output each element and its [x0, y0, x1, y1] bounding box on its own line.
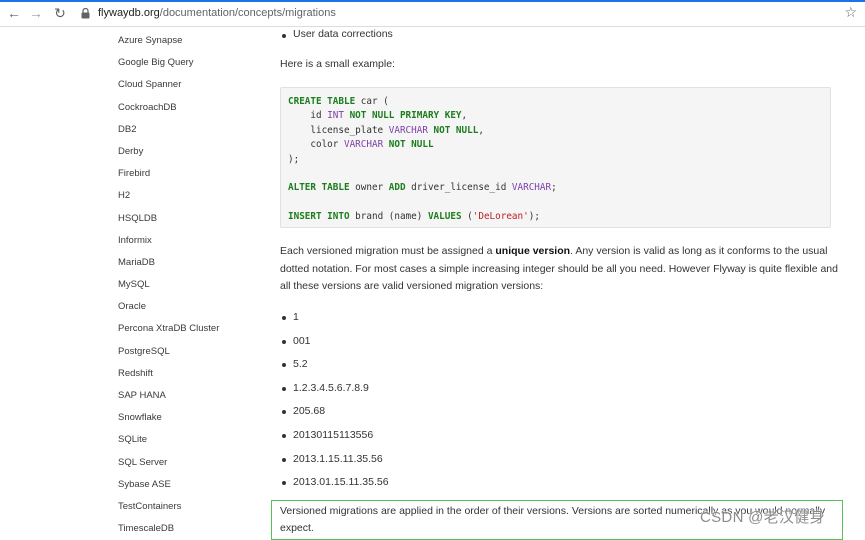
list-item: 205.68 [280, 400, 389, 424]
watermark: CSDN @老汉健身 [700, 509, 825, 526]
code-text: owner [349, 182, 389, 194]
code-keyword: VALUES [427, 211, 462, 223]
sql-code-block: CREATE TABLE car ( id INT NOT NULL PRIMA… [280, 87, 831, 228]
list-item: 001 [280, 330, 389, 354]
code-line: ); [288, 153, 830, 167]
list-item: 1 [280, 306, 389, 330]
code-text: , [478, 124, 484, 136]
code-keyword: ADD [388, 182, 406, 194]
code-line: INSERT INTO brand (name) VALUES ('DeLore… [288, 210, 830, 224]
sidebar-item-percona[interactable]: Percona XtraDB Cluster [118, 318, 268, 340]
code-string: 'DeLorean' [472, 211, 529, 223]
version-description-paragraph: Each versioned migration must be assigne… [280, 243, 840, 296]
sidebar-item-sybase-ase[interactable]: Sybase ASE [118, 474, 268, 496]
code-text: car ( [355, 96, 389, 107]
list-item: 20130115113556 [280, 424, 389, 448]
code-type: VARCHAR [343, 139, 384, 151]
code-line: id INT NOT NULL PRIMARY KEY, [288, 109, 830, 123]
code-text: ( [461, 211, 473, 223]
sidebar-item-postgresql[interactable]: PostgreSQL [118, 341, 268, 363]
code-type: VARCHAR [511, 182, 552, 194]
docs-sidebar: Azure Synapse Google Big Query Cloud Spa… [118, 30, 268, 540]
code-keyword: NOT NULL [383, 139, 434, 151]
code-text: ; [551, 182, 557, 194]
browser-address-bar: ← → ↻ flywaydb.org/documentation/concept… [0, 0, 865, 27]
sidebar-item-db2[interactable]: DB2 [118, 119, 268, 141]
code-text: brand (name) [349, 211, 428, 223]
code-text: , [461, 110, 468, 122]
code-text: driver_license_id [405, 182, 512, 194]
list-item: 1.2.3.4.5.6.7.8.9 [280, 377, 389, 401]
forward-arrow-icon[interactable]: → [26, 3, 46, 23]
code-text: license_plate [288, 124, 389, 136]
sidebar-item-cloud-spanner[interactable]: Cloud Spanner [118, 74, 268, 96]
sidebar-item-redshift[interactable]: Redshift [118, 363, 268, 385]
code-line: color VARCHAR NOT NULL [288, 138, 830, 152]
code-text: ); [528, 211, 540, 223]
sidebar-item-sqlite[interactable]: SQLite [118, 429, 268, 451]
sidebar-item-testcontainers[interactable]: TestContainers [118, 496, 268, 518]
code-text: color [288, 139, 344, 151]
code-keyword: NOT NULL PRIMARY KEY [343, 110, 462, 122]
lock-icon[interactable] [78, 6, 92, 20]
list-item: User data corrections [280, 26, 393, 44]
sidebar-item-sap-hana[interactable]: SAP HANA [118, 385, 268, 407]
paragraph-text: Each versioned migration must be assigne… [280, 245, 496, 257]
code-line: ALTER TABLE owner ADD driver_license_id … [288, 181, 830, 195]
code-keyword: INSERT INTO [288, 211, 350, 223]
version-examples-list: 1 001 5.2 1.2.3.4.5.6.7.8.9 205.68 20130… [280, 306, 389, 495]
sidebar-item-sql-server[interactable]: SQL Server [118, 452, 268, 474]
unique-version-emphasis: unique version [495, 245, 571, 257]
list-item: 5.2 [280, 353, 389, 377]
url-path: /documentation/concepts/migrations [159, 7, 336, 19]
reload-icon[interactable]: ↻ [50, 3, 70, 23]
code-keyword: ALTER TABLE [288, 182, 350, 194]
code-line: license_plate VARCHAR NOT NULL, [288, 124, 830, 138]
bookmark-star-icon[interactable]: ☆ [844, 4, 857, 21]
code-keyword: CREATE TABLE [288, 96, 356, 107]
sidebar-item-azure-synapse[interactable]: Azure Synapse [118, 30, 268, 52]
code-line: CREATE TABLE car ( [288, 95, 830, 109]
sidebar-item-oracle[interactable]: Oracle [118, 296, 268, 318]
back-arrow-icon[interactable]: ← [4, 3, 24, 23]
sidebar-item-timescaledb[interactable]: TimescaleDB [118, 518, 268, 540]
sidebar-item-informix[interactable]: Informix [118, 230, 268, 252]
code-keyword: NOT NULL [427, 124, 479, 136]
url-field[interactable]: flywaydb.org/documentation/concepts/migr… [98, 7, 336, 19]
intro-text: Here is a small example: [280, 58, 395, 70]
code-text: ); [288, 153, 300, 165]
code-text: id [288, 110, 328, 122]
sidebar-item-firebird[interactable]: Firebird [118, 163, 268, 185]
url-host: flywaydb.org [98, 7, 160, 19]
list-item: 2013.01.15.11.35.56 [280, 471, 389, 495]
sidebar-item-h2[interactable]: H2 [118, 185, 268, 207]
sidebar-item-derby[interactable]: Derby [118, 141, 268, 163]
sidebar-item-google-big-query[interactable]: Google Big Query [118, 52, 268, 74]
sidebar-item-mariadb[interactable]: MariaDB [118, 252, 268, 274]
code-type: VARCHAR [388, 124, 428, 136]
sidebar-item-cockroachdb[interactable]: CockroachDB [118, 97, 268, 119]
sidebar-item-snowflake[interactable]: Snowflake [118, 407, 268, 429]
list-item: 2013.1.15.11.35.56 [280, 448, 389, 472]
code-type: INT [327, 110, 344, 122]
page-load-progress-bar [0, 0, 865, 2]
sidebar-item-mysql[interactable]: MySQL [118, 274, 268, 296]
sidebar-item-hsqldb[interactable]: HSQLDB [118, 208, 268, 230]
